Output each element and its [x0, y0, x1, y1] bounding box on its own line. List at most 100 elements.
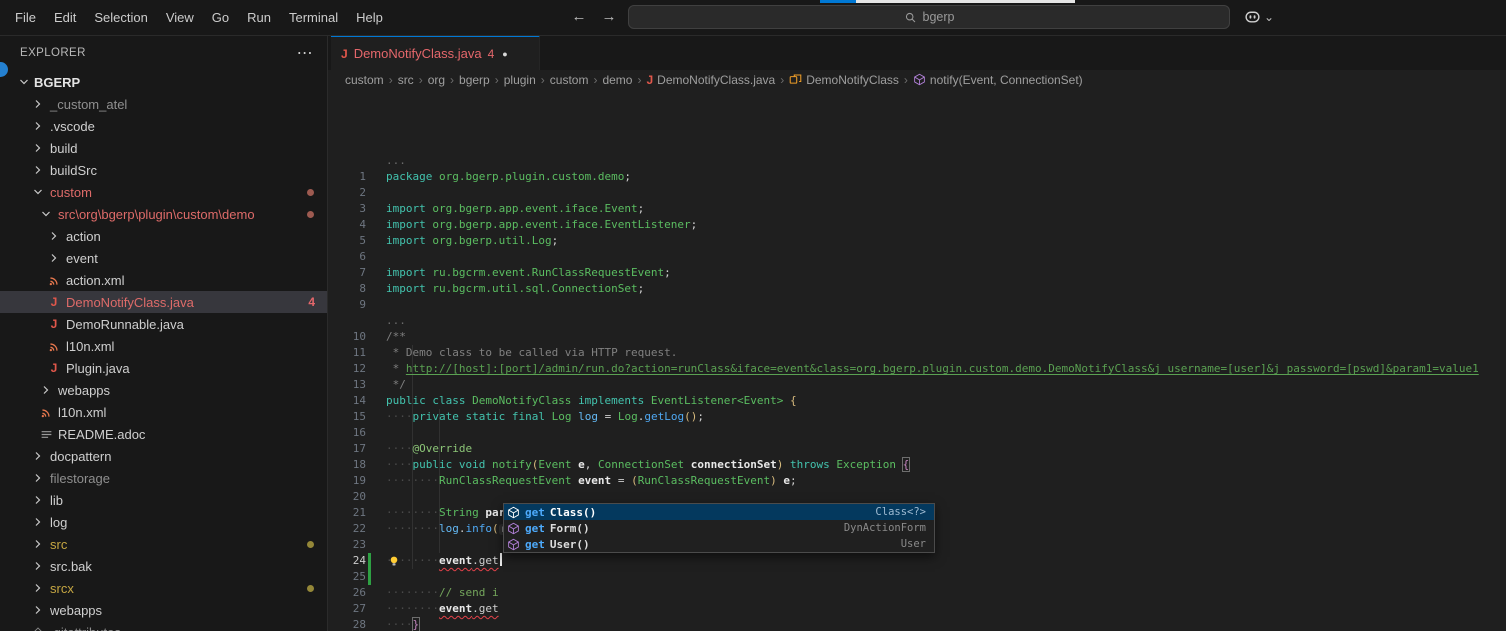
line-number[interactable]: 28: [328, 617, 366, 631]
breadcrumb-item-org[interactable]: org: [428, 73, 445, 87]
line-number[interactable]: 18: [328, 457, 366, 473]
breadcrumb-label: demo: [602, 73, 632, 87]
history-forward-button[interactable]: →: [598, 8, 620, 25]
xml-file-icon: [48, 340, 61, 353]
breadcrumb-item-bgerp[interactable]: bgerp: [459, 73, 490, 87]
tree-item-lib[interactable]: lib: [0, 489, 327, 511]
line-number[interactable]: 1: [328, 169, 366, 185]
tree-item-filestorage[interactable]: filestorage: [0, 467, 327, 489]
suggest-item-getclass[interactable]: getClass()Class<?>: [504, 504, 934, 520]
chevron-right-icon: [30, 470, 46, 486]
menu-file[interactable]: File: [6, 10, 45, 25]
line-number[interactable]: 20: [328, 489, 366, 505]
tree-item-action[interactable]: action: [0, 225, 327, 247]
command-center-search[interactable]: bgerp: [628, 5, 1230, 29]
java-icon: J: [646, 74, 653, 86]
tree-item-webapps[interactable]: webapps: [0, 379, 327, 401]
tree-item-bgerp[interactable]: BGERP: [0, 71, 327, 93]
tree-item-vscode[interactable]: .vscode: [0, 115, 327, 137]
line-number[interactable]: 3: [328, 201, 366, 217]
tree-item-demonotifyclass-java[interactable]: JDemoNotifyClass.java4: [0, 291, 327, 313]
tree-item-buildsrc[interactable]: buildSrc: [0, 159, 327, 181]
code-line-13: 13 */: [328, 377, 1506, 393]
tree-item-custom-atel[interactable]: _custom_atel: [0, 93, 327, 115]
tree-item-build[interactable]: build: [0, 137, 327, 159]
tree-item-label: DemoNotifyClass.java: [66, 295, 194, 310]
menu-run[interactable]: Run: [238, 10, 280, 25]
tab-demonotifyclass[interactable]: J DemoNotifyClass.java 4 ●: [331, 35, 540, 70]
tree-item-src-bak[interactable]: src.bak: [0, 555, 327, 577]
tree-item-l10n-xml[interactable]: l10n.xml: [0, 335, 327, 357]
suggest-item-getform[interactable]: getForm()DynActionForm: [504, 520, 934, 536]
line-number[interactable]: 24: [328, 553, 366, 569]
line-number[interactable]: 5: [328, 233, 366, 249]
line-number[interactable]: 23: [328, 537, 366, 553]
tree-item-src-org-bgerp-plugin-custom-demo[interactable]: src\org\bgerp\plugin\custom\demo: [0, 203, 327, 225]
file-icon-slot: [38, 428, 54, 441]
tree-item-l10n-xml[interactable]: l10n.xml: [0, 401, 327, 423]
line-number[interactable]: 10: [328, 329, 366, 345]
tree-item-readme-adoc[interactable]: README.adoc: [0, 423, 327, 445]
more-actions-icon[interactable]: ⋯: [297, 43, 313, 63]
line-number[interactable]: 2: [328, 185, 366, 201]
search-icon: [904, 11, 917, 24]
menu-terminal[interactable]: Terminal: [280, 10, 347, 25]
menu-view[interactable]: View: [157, 10, 203, 25]
line-number[interactable]: 4: [328, 217, 366, 233]
menu-help[interactable]: Help: [347, 10, 392, 25]
breadcrumb-item-custom[interactable]: custom: [345, 73, 384, 87]
code-token: ····: [386, 442, 413, 455]
line-number[interactable]: 7: [328, 265, 366, 281]
breadcrumb-item-notify-event-connectionset[interactable]: notify(Event, ConnectionSet): [913, 73, 1083, 87]
breadcrumb-item-plugin[interactable]: plugin: [504, 73, 536, 87]
line-number[interactable]: 8: [328, 281, 366, 297]
tree-item-srcx[interactable]: srcx: [0, 577, 327, 599]
tree-item-gitattributes[interactable]: .gitattributes: [0, 621, 327, 631]
menu-go[interactable]: Go: [203, 10, 238, 25]
tree-item-label: l10n.xml: [58, 405, 106, 420]
line-number[interactable]: 11: [328, 345, 366, 361]
line-number[interactable]: 13: [328, 377, 366, 393]
tree-item-action-xml[interactable]: action.xml: [0, 269, 327, 291]
line-number[interactable]: 26: [328, 585, 366, 601]
line-number[interactable]: 25: [328, 569, 366, 585]
tree-item-label: srcx: [50, 581, 74, 596]
code-token: ;: [691, 218, 698, 231]
line-number[interactable]: 12: [328, 361, 366, 377]
tree-item-event[interactable]: event: [0, 247, 327, 269]
tree-item-src[interactable]: src: [0, 533, 327, 555]
tree-item-log[interactable]: log: [0, 511, 327, 533]
line-number[interactable]: 27: [328, 601, 366, 617]
code-token: ········: [386, 522, 439, 535]
line-number[interactable]: 9: [328, 297, 366, 313]
problem-count-badge: 4: [308, 295, 315, 309]
line-number[interactable]: 17: [328, 441, 366, 457]
code-link[interactable]: http://[host]:[port]/admin/run.do?action…: [406, 362, 1479, 375]
line-number[interactable]: 15: [328, 409, 366, 425]
breadcrumb: custom›src›org›bgerp›plugin›custom›demo›…: [328, 70, 1506, 89]
breadcrumb-item-demonotifyclass[interactable]: DemoNotifyClass: [789, 73, 899, 87]
menu-edit[interactable]: Edit: [45, 10, 85, 25]
copilot-menu[interactable]: ⌄: [1244, 8, 1274, 25]
tree-item-plugin-java[interactable]: JPlugin.java: [0, 357, 327, 379]
tree-item-webapps[interactable]: webapps: [0, 599, 327, 621]
tree-item-custom[interactable]: custom: [0, 181, 327, 203]
menu-selection[interactable]: Selection: [85, 10, 156, 25]
line-number[interactable]: 6: [328, 249, 366, 265]
breadcrumb-item-demo[interactable]: demo: [602, 73, 632, 87]
breadcrumb-item-src[interactable]: src: [398, 73, 414, 87]
breadcrumb-item-custom[interactable]: custom: [550, 73, 589, 87]
explorer-header[interactable]: EXPLORER ⋯: [0, 35, 327, 71]
line-number[interactable]: 19: [328, 473, 366, 489]
suggest-item-getuser[interactable]: getUser()User: [504, 536, 934, 552]
code-line-28: 28····}: [328, 617, 1506, 631]
line-number[interactable]: 14: [328, 393, 366, 409]
tree-item-demorunnable-java[interactable]: JDemoRunnable.java: [0, 313, 327, 335]
suggest-detail: Class<?>: [875, 506, 926, 518]
line-number[interactable]: 22: [328, 521, 366, 537]
breadcrumb-item-demonotifyclass-java[interactable]: JDemoNotifyClass.java: [646, 73, 775, 87]
line-number[interactable]: 21: [328, 505, 366, 521]
history-back-button[interactable]: ←: [568, 8, 590, 25]
tree-item-docpattern[interactable]: docpattern: [0, 445, 327, 467]
line-number[interactable]: 16: [328, 425, 366, 441]
